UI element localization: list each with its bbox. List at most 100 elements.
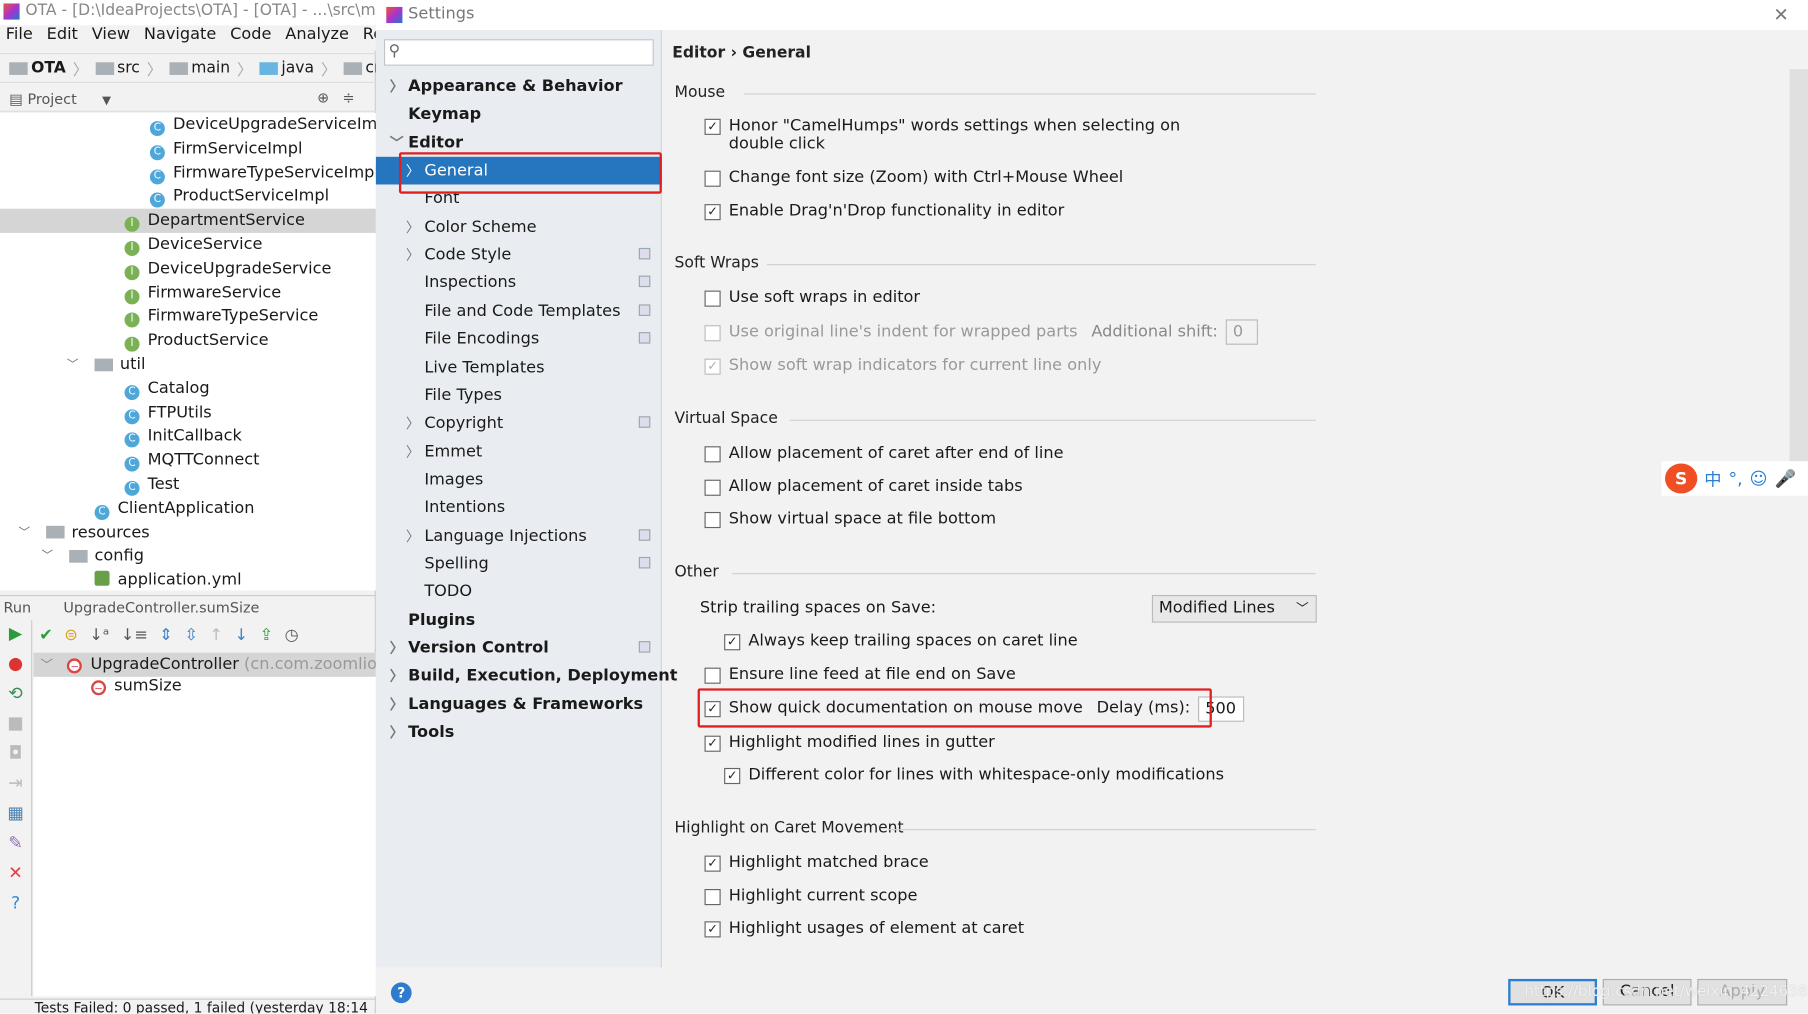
snapshot-icon[interactable]: ◘	[9, 743, 23, 764]
emoji-icon[interactable]: ☺	[1750, 468, 1768, 489]
import-icon[interactable]: ⇥	[8, 773, 23, 794]
checkbox[interactable]	[704, 889, 721, 906]
checkbox[interactable]	[704, 170, 721, 187]
breadcrumb-item[interactable]: cn	[343, 59, 376, 77]
next-failed-icon[interactable]: ↓	[234, 626, 248, 644]
test-row[interactable]: ﹀ − UpgradeController (cn.com.zoomlion.c	[33, 652, 401, 677]
chevron-right-icon[interactable]: 〉	[390, 718, 404, 746]
tree-item[interactable]: C Test	[0, 473, 376, 497]
stop-icon[interactable]: ■	[7, 713, 23, 734]
breadcrumb-item[interactable]: src	[95, 59, 140, 77]
settings-nav-copyright[interactable]: 〉 Copyright	[376, 410, 662, 438]
tree-item[interactable]: C FirmServiceImpl	[0, 137, 376, 161]
checkbox[interactable]: ✓	[724, 634, 741, 651]
checkbox[interactable]: ✓	[704, 855, 721, 872]
settings-nav-version-control[interactable]: 〉 Version Control	[376, 634, 662, 662]
option-softwrap[interactable]: Use soft wraps in editor	[704, 288, 920, 307]
chevron-right-icon[interactable]: 〉	[406, 213, 420, 241]
ime-mode[interactable]: 中	[1704, 466, 1721, 490]
settings-nav-languages-frameworks[interactable]: 〉 Languages & Frameworks	[376, 690, 662, 718]
settings-nav-tools[interactable]: 〉 Tools	[376, 718, 662, 746]
tree-item[interactable]: I FirmwareService	[0, 281, 376, 305]
help-button[interactable]: ?	[390, 982, 412, 1004]
option-vs_bottom[interactable]: Show virtual space at file bottom	[704, 510, 996, 529]
breadcrumb-item[interactable]: OTA	[9, 59, 66, 77]
menu-analyze[interactable]: Analyze	[285, 25, 349, 50]
test-row[interactable]: − sumSize	[91, 675, 182, 699]
settings-nav-file-types[interactable]: File Types	[376, 381, 662, 409]
tree-item[interactable]: application.yml	[0, 569, 376, 593]
scrollbar[interactable]	[1789, 69, 1808, 462]
tree-item[interactable]: C DeviceUpgradeServiceImpl	[0, 113, 392, 137]
checkbox[interactable]	[704, 479, 721, 496]
settings-search-input[interactable]: ⚲	[383, 39, 654, 66]
checkbox[interactable]: ✓	[704, 118, 721, 135]
option-camel[interactable]: ✓ Honor "CamelHumps" words settings when …	[704, 116, 1180, 153]
tree-item[interactable]: ﹀ util	[0, 353, 376, 377]
tree-item[interactable]: C FirmwareTypeServiceImpl	[0, 161, 379, 185]
strip-trailing-select[interactable]: Modified Lines ﹀	[1151, 594, 1317, 623]
tree-item[interactable]: C MQTTConnect	[0, 449, 376, 473]
close-icon[interactable]: ✕	[1773, 3, 1788, 25]
menu-file[interactable]: File	[6, 25, 33, 50]
menu-code[interactable]: Code	[230, 25, 271, 50]
checkbox[interactable]: ✓	[724, 767, 741, 785]
microphone-icon[interactable]: 🎤	[1774, 468, 1796, 489]
close-icon[interactable]: ✕	[8, 862, 23, 883]
settings-nav-appearance-behavior[interactable]: 〉 Appearance & Behavior	[376, 73, 662, 101]
checkbox[interactable]	[704, 446, 721, 463]
settings-nav-keymap[interactable]: Keymap	[376, 101, 662, 129]
chevron-right-icon[interactable]: 〉	[390, 73, 404, 101]
option-line_feed[interactable]: Ensure line feed at file end on Save	[704, 665, 1016, 684]
tree-item[interactable]: ﹀ resources	[0, 521, 376, 545]
checkbox[interactable]	[704, 667, 721, 684]
layout-icon[interactable]: ▦	[7, 803, 23, 824]
settings-nav-plugins[interactable]: Plugins	[376, 606, 662, 634]
settings-nav-language-injections[interactable]: 〉 Language Injections	[376, 522, 662, 550]
tree-item[interactable]: C InitCallback	[0, 425, 376, 449]
sort-duration-icon[interactable]: ↓≡	[121, 626, 148, 644]
ime-punctuation[interactable]: °,	[1728, 468, 1742, 489]
menu-refac[interactable]: Refac	[363, 25, 376, 50]
tree-item[interactable]: C Catalog	[0, 377, 376, 401]
menu-navigate[interactable]: Navigate	[144, 25, 216, 50]
option-caret_tabs[interactable]: Allow placement of caret inside tabs	[704, 477, 1023, 496]
settings-nav-emmet[interactable]: 〉 Emmet	[376, 438, 662, 466]
settings-nav-intentions[interactable]: Intentions	[376, 494, 662, 522]
menu-view[interactable]: View	[92, 25, 130, 50]
chevron-down-icon[interactable]: ﹀	[42, 545, 54, 569]
chevron-right-icon[interactable]: 〉	[390, 662, 404, 690]
checkbox[interactable]: ✓	[704, 921, 721, 938]
option-keep_trailing[interactable]: ✓ Always keep trailing spaces on caret li…	[724, 632, 1078, 651]
checkbox[interactable]	[704, 325, 721, 342]
chevron-right-icon[interactable]: 〉	[406, 241, 420, 269]
pin-icon[interactable]: ✎	[8, 833, 23, 854]
settings-nav-live-templates[interactable]: Live Templates	[376, 353, 662, 381]
chevron-down-icon[interactable]: ﹀	[18, 521, 30, 545]
settings-nav-file-encodings[interactable]: File Encodings	[376, 325, 662, 353]
checkbox[interactable]	[704, 290, 721, 307]
history-icon[interactable]: ◷	[285, 626, 299, 644]
ime-toolbar[interactable]: S 中 °, ☺ 🎤	[1661, 461, 1808, 496]
settings-nav-file-and-code-templates[interactable]: File and Code Templates	[376, 297, 662, 325]
option-dnd[interactable]: ✓ Enable Drag'n'Drop functionality in edi…	[704, 202, 1064, 221]
settings-nav-spelling[interactable]: Spelling	[376, 550, 662, 578]
locate-icon[interactable]: ⊕	[317, 89, 329, 106]
additional-shift-input[interactable]: 0	[1225, 319, 1259, 345]
checkbox[interactable]	[704, 511, 721, 529]
settings-nav-inspections[interactable]: Inspections	[376, 269, 662, 297]
project-view-select[interactable]: Project	[27, 90, 76, 107]
option-caret_end[interactable]: Allow placement of caret after end of li…	[704, 444, 1064, 463]
menu-edit[interactable]: Edit	[47, 25, 78, 50]
settings-nav-todo[interactable]: TODO	[376, 578, 662, 606]
settings-nav-code-style[interactable]: 〉 Code Style	[376, 241, 662, 269]
checkbox[interactable]: ✓	[704, 735, 721, 752]
option-gutter[interactable]: ✓ Highlight modified lines in gutter	[704, 733, 995, 752]
chevron-right-icon[interactable]: 〉	[390, 690, 404, 718]
tree-item[interactable]: ﹀ config	[0, 545, 376, 569]
checkbox[interactable]: ✓	[704, 358, 721, 375]
chevron-right-icon[interactable]: 〉	[390, 634, 404, 662]
help-icon[interactable]: ?	[11, 892, 20, 913]
tree-item[interactable]: I DepartmentService	[0, 208, 376, 234]
tree-item[interactable]: C ProductServiceImpl	[0, 185, 376, 209]
